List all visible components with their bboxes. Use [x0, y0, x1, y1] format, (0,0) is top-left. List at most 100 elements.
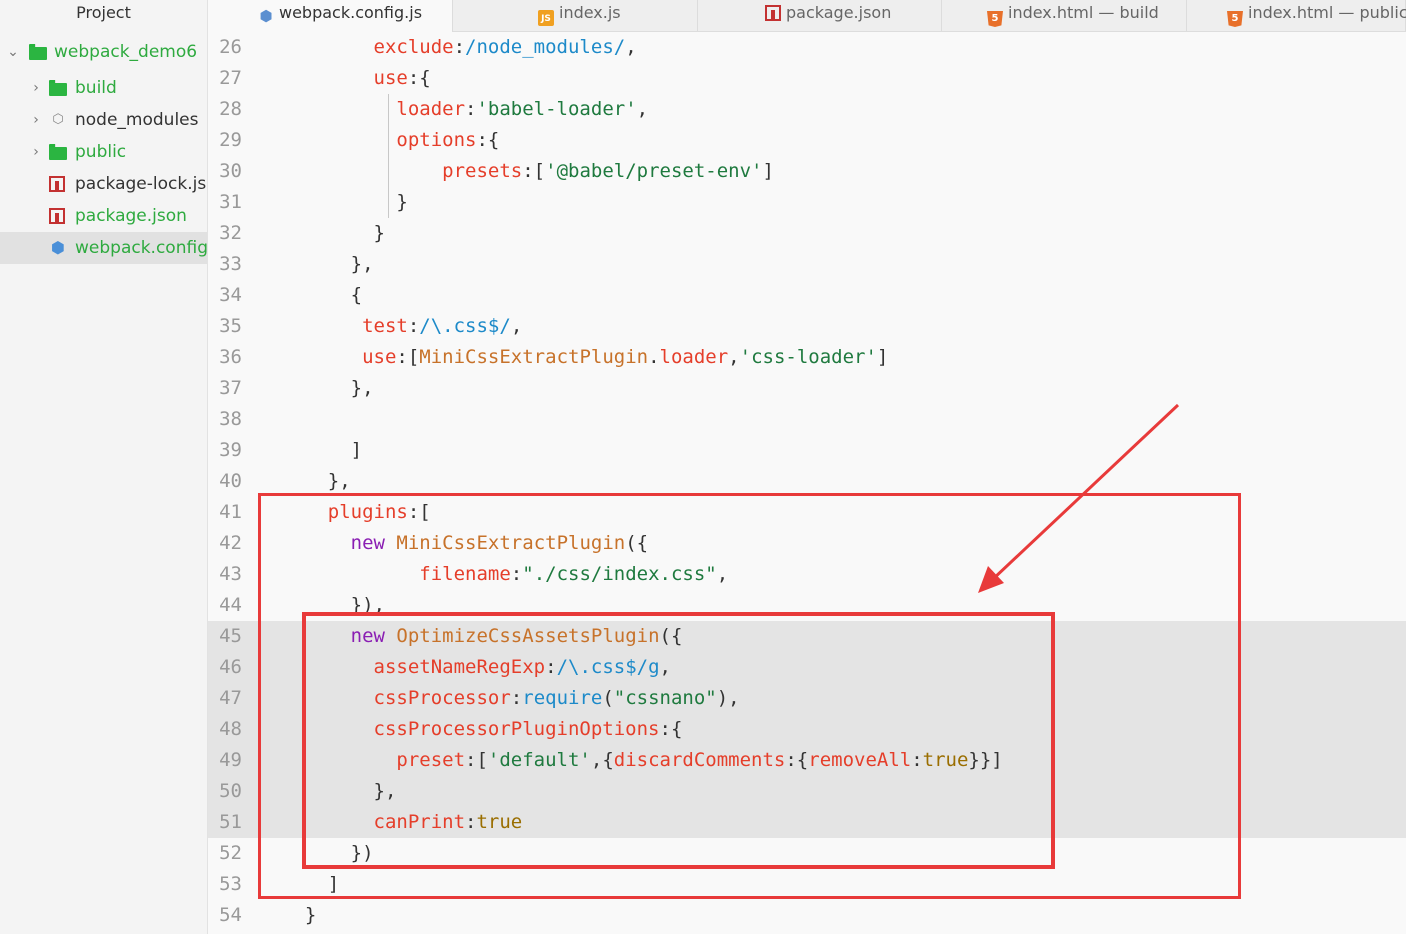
- tree-item-package-json[interactable]: package.json: [0, 200, 207, 232]
- code-token: MiniCssExtractPlugin: [419, 346, 649, 368]
- chevron-down-icon[interactable]: ⌄: [6, 36, 20, 68]
- code-token: ]: [876, 346, 889, 368]
- tree-item-label: package.json: [75, 206, 187, 226]
- line-number: 33: [219, 253, 242, 275]
- code-line[interactable]: 39 ]: [208, 435, 1406, 466]
- code-line[interactable]: 37 },: [208, 373, 1406, 404]
- chevron-right-icon[interactable]: ›: [29, 72, 43, 104]
- line-number: 44: [219, 594, 242, 616]
- chevron-right-icon[interactable]: ›: [29, 104, 43, 136]
- npm-icon: [49, 176, 65, 192]
- tree-item-package-lock-jso[interactable]: package-lock.jso: [0, 168, 207, 200]
- code-line[interactable]: 27 use:{: [208, 63, 1406, 94]
- code-token: '@babel/preset-env': [545, 160, 763, 182]
- code-line[interactable]: 54 }: [208, 900, 1406, 931]
- code-token: presets: [442, 160, 523, 182]
- tree-item-label: node_modules: [75, 110, 199, 130]
- code-line[interactable]: 35 test:/\.css$/,: [208, 311, 1406, 342]
- code-token: },: [350, 377, 374, 399]
- tree-root-label: webpack_demo6: [54, 42, 198, 62]
- line-number: 38: [219, 408, 242, 430]
- editor-tab-bar: ⬢ webpack.config.js JS index.js package.json…: [208, 0, 1406, 32]
- html5-icon: 5: [987, 11, 1003, 27]
- code-text: use:{: [282, 63, 431, 94]
- code-token: ,: [636, 98, 649, 120]
- code-text: options:{: [282, 125, 499, 156]
- tree-item-webpack-config-j[interactable]: ⬢ webpack.config.j: [0, 232, 207, 264]
- code-token: loader: [396, 98, 466, 120]
- folder-icon: [49, 144, 67, 160]
- webpack-icon: ⬢: [259, 7, 273, 25]
- line-number: 31: [219, 191, 242, 213]
- code-token: .: [648, 346, 660, 368]
- tab-label: package.json: [786, 3, 892, 22]
- line-number: 27: [219, 67, 242, 89]
- code-token: options: [396, 129, 477, 151]
- code-token: exclude: [373, 36, 454, 58]
- tree-item-public[interactable]: › public: [0, 136, 207, 168]
- tab-package-json[interactable]: package.json: [698, 0, 942, 31]
- webpack-icon: ⬢: [51, 238, 65, 257]
- tab-index-js[interactable]: JS index.js: [453, 0, 698, 31]
- code-line[interactable]: 26 exclude:/node_modules/,: [208, 32, 1406, 63]
- code-line[interactable]: 30 presets:['@babel/preset-env']: [208, 156, 1406, 187]
- tree-item-node-modules[interactable]: › ⬡ node_modules: [0, 104, 207, 136]
- line-number: 36: [219, 346, 242, 368]
- code-token: }: [396, 191, 408, 213]
- code-token: :: [453, 36, 466, 58]
- code-token: test: [362, 315, 408, 337]
- code-text: }: [282, 187, 408, 218]
- code-line[interactable]: 38: [208, 404, 1406, 435]
- tree-root-webpack-demo6[interactable]: ⌄ webpack_demo6: [0, 36, 207, 68]
- code-line[interactable]: 33 },: [208, 249, 1406, 280]
- line-number: 41: [219, 501, 242, 523]
- tab-label: index.html — build: [1008, 3, 1159, 22]
- line-number: 35: [219, 315, 242, 337]
- line-number: 42: [219, 532, 242, 554]
- tree-item-label: package-lock.jso: [75, 174, 208, 194]
- line-number: 34: [219, 284, 242, 306]
- tab-index-html-build[interactable]: 5 index.html — build: [942, 0, 1187, 31]
- code-token: ]: [350, 439, 363, 461]
- code-text: },: [282, 373, 374, 404]
- tab-index-html-public[interactable]: 5 index.html — public: [1187, 0, 1406, 31]
- code-token: :: [465, 98, 477, 120]
- code-token: ]: [762, 160, 774, 182]
- sidebar-header: Project: [76, 3, 131, 22]
- code-token: /node_modules/: [465, 36, 626, 58]
- code-text: presets:['@babel/preset-env']: [282, 156, 774, 187]
- code-line[interactable]: 28 loader:'babel-loader',: [208, 94, 1406, 125]
- node-modules-icon: ⬡: [52, 112, 64, 127]
- chevron-right-icon[interactable]: ›: [29, 136, 43, 168]
- code-token: /\.css$/: [419, 315, 511, 337]
- line-number: 26: [219, 36, 242, 58]
- line-number: 52: [219, 842, 242, 864]
- tab-webpack-config-js[interactable]: ⬢ webpack.config.js: [208, 0, 453, 32]
- line-number: 50: [219, 780, 242, 802]
- tree-item-label: public: [75, 142, 127, 162]
- code-line[interactable]: 34 {: [208, 280, 1406, 311]
- code-text: test:/\.css$/,: [282, 311, 522, 342]
- line-number: 40: [219, 470, 242, 492]
- line-number: 30: [219, 160, 242, 182]
- code-line[interactable]: 31 }: [208, 187, 1406, 218]
- code-text: use:[MiniCssExtractPlugin.loader,'css-lo…: [282, 342, 888, 373]
- code-text: }: [282, 218, 385, 249]
- line-number: 54: [219, 904, 242, 926]
- code-line[interactable]: 32 }: [208, 218, 1406, 249]
- code-token: use: [373, 67, 408, 89]
- code-token: 'babel-loader': [476, 98, 637, 120]
- tree-item-build[interactable]: › build: [0, 72, 207, 104]
- code-line[interactable]: 36 use:[MiniCssExtractPlugin.loader,'css…: [208, 342, 1406, 373]
- code-line[interactable]: 29 options:{: [208, 125, 1406, 156]
